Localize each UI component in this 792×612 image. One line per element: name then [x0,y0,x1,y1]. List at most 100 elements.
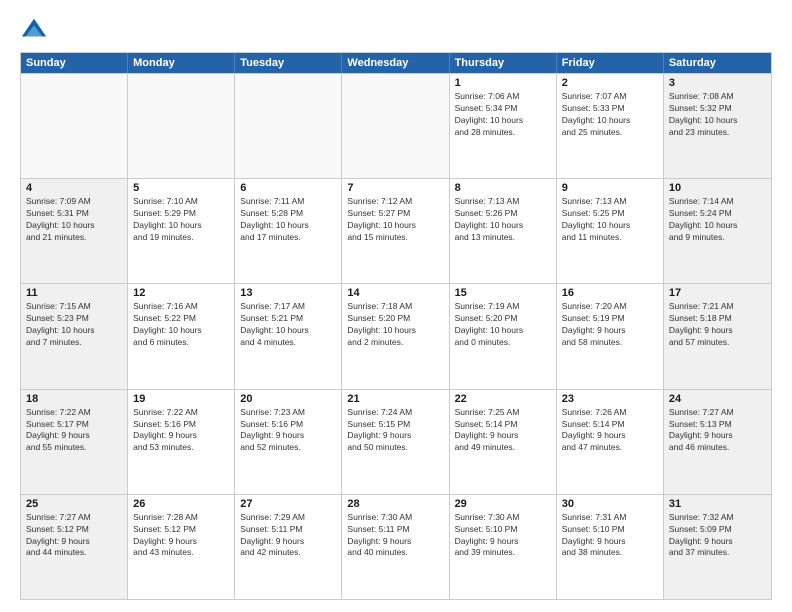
cell-info: Sunrise: 7:16 AMSunset: 5:22 PMDaylight:… [133,301,229,349]
cell-info: Sunrise: 7:10 AMSunset: 5:29 PMDaylight:… [133,196,229,244]
calendar-cell: 27 Sunrise: 7:29 AMSunset: 5:11 PMDayligh… [235,495,342,599]
cell-info: Sunrise: 7:18 AMSunset: 5:20 PMDaylight:… [347,301,443,349]
calendar-cell: 19 Sunrise: 7:22 AMSunset: 5:16 PMDayligh… [128,390,235,494]
calendar-header-day: Friday [557,53,664,73]
calendar-cell: 20Sunrise: 7:23 AMSunset: 5:16 PMDayligh… [235,390,342,494]
calendar-cell: 10 Sunrise: 7:14 AMSunset: 5:24 PMDayligh… [664,179,771,283]
cell-info: Sunrise: 7:27 AMSunset: 5:12 PMDaylight:… [26,512,122,560]
cell-info: Sunrise: 7:15 AMSunset: 5:23 PMDaylight:… [26,301,122,349]
day-number: 9 [562,182,658,194]
calendar-cell [342,74,449,178]
calendar-cell: 29 Sunrise: 7:30 AMSunset: 5:10 PMDayligh… [450,495,557,599]
day-number: 7 [347,182,443,194]
calendar-cell: 28 Sunrise: 7:30 AMSunset: 5:11 PMDayligh… [342,495,449,599]
calendar-cell: 31Sunrise: 7:32 AMSunset: 5:09 PMDayligh… [664,495,771,599]
calendar-header-day: Wednesday [342,53,449,73]
page: SundayMondayTuesdayWednesdayThursdayFrid… [0,0,792,612]
day-number: 21 [347,393,443,405]
cell-info: Sunrise: 7:27 AMSunset: 5:13 PMDaylight:… [669,407,766,455]
day-number: 27 [240,498,336,510]
calendar-cell [128,74,235,178]
calendar-cell: 17Sunrise: 7:21 AMSunset: 5:18 PMDayligh… [664,284,771,388]
cell-info: Sunrise: 7:25 AMSunset: 5:14 PMDaylight:… [455,407,551,455]
day-number: 31 [669,498,766,510]
day-number: 12 [133,287,229,299]
calendar-row: 18Sunrise: 7:22 AMSunset: 5:17 PMDayligh… [21,389,771,494]
day-number: 11 [26,287,122,299]
cell-info: Sunrise: 7:23 AMSunset: 5:16 PMDaylight:… [240,407,336,455]
cell-info: Sunrise: 7:11 AMSunset: 5:28 PMDaylight:… [240,196,336,244]
calendar-cell: 1 Sunrise: 7:06 AMSunset: 5:34 PMDaylight… [450,74,557,178]
calendar-cell [21,74,128,178]
day-number: 23 [562,393,658,405]
day-number: 30 [562,498,658,510]
logo-icon [20,16,48,44]
calendar-cell: 21 Sunrise: 7:24 AMSunset: 5:15 PMDayligh… [342,390,449,494]
day-number: 13 [240,287,336,299]
cell-info: Sunrise: 7:30 AMSunset: 5:10 PMDaylight:… [455,512,551,560]
header [20,16,772,44]
calendar-cell: 2Sunrise: 7:07 AMSunset: 5:33 PMDaylight… [557,74,664,178]
calendar-cell: 7 Sunrise: 7:12 AMSunset: 5:27 PMDaylight… [342,179,449,283]
day-number: 15 [455,287,551,299]
calendar-cell: 5Sunrise: 7:10 AMSunset: 5:29 PMDaylight… [128,179,235,283]
day-number: 26 [133,498,229,510]
calendar-cell: 30 Sunrise: 7:31 AMSunset: 5:10 PMDayligh… [557,495,664,599]
calendar-header-day: Monday [128,53,235,73]
logo [20,16,52,44]
cell-info: Sunrise: 7:22 AMSunset: 5:17 PMDaylight:… [26,407,122,455]
calendar-header-day: Sunday [21,53,128,73]
day-number: 29 [455,498,551,510]
calendar-cell: 3Sunrise: 7:08 AMSunset: 5:32 PMDaylight… [664,74,771,178]
calendar-cell: 16 Sunrise: 7:20 AMSunset: 5:19 PMDayligh… [557,284,664,388]
calendar-header: SundayMondayTuesdayWednesdayThursdayFrid… [21,53,771,73]
day-number: 1 [455,77,551,89]
cell-info: Sunrise: 7:07 AMSunset: 5:33 PMDaylight:… [562,91,658,139]
day-number: 3 [669,77,766,89]
calendar-cell: 18Sunrise: 7:22 AMSunset: 5:17 PMDayligh… [21,390,128,494]
cell-info: Sunrise: 7:06 AMSunset: 5:34 PMDaylight:… [455,91,551,139]
cell-info: Sunrise: 7:12 AMSunset: 5:27 PMDaylight:… [347,196,443,244]
cell-info: Sunrise: 7:22 AMSunset: 5:16 PMDaylight:… [133,407,229,455]
day-number: 4 [26,182,122,194]
calendar-header-day: Saturday [664,53,771,73]
day-number: 19 [133,393,229,405]
cell-info: Sunrise: 7:09 AMSunset: 5:31 PMDaylight:… [26,196,122,244]
cell-info: Sunrise: 7:19 AMSunset: 5:20 PMDaylight:… [455,301,551,349]
calendar-cell: 24Sunrise: 7:27 AMSunset: 5:13 PMDayligh… [664,390,771,494]
day-number: 28 [347,498,443,510]
calendar-cell: 4 Sunrise: 7:09 AMSunset: 5:31 PMDaylight… [21,179,128,283]
calendar: SundayMondayTuesdayWednesdayThursdayFrid… [20,52,772,600]
calendar-cell: 6 Sunrise: 7:11 AMSunset: 5:28 PMDaylight… [235,179,342,283]
cell-info: Sunrise: 7:26 AMSunset: 5:14 PMDaylight:… [562,407,658,455]
calendar-row: 11 Sunrise: 7:15 AMSunset: 5:23 PMDayligh… [21,283,771,388]
calendar-header-day: Thursday [450,53,557,73]
calendar-row: 25 Sunrise: 7:27 AMSunset: 5:12 PMDayligh… [21,494,771,599]
cell-info: Sunrise: 7:17 AMSunset: 5:21 PMDaylight:… [240,301,336,349]
cell-info: Sunrise: 7:14 AMSunset: 5:24 PMDaylight:… [669,196,766,244]
day-number: 25 [26,498,122,510]
calendar-body: 1 Sunrise: 7:06 AMSunset: 5:34 PMDaylight… [21,73,771,599]
cell-info: Sunrise: 7:29 AMSunset: 5:11 PMDaylight:… [240,512,336,560]
calendar-cell: 12 Sunrise: 7:16 AMSunset: 5:22 PMDayligh… [128,284,235,388]
cell-info: Sunrise: 7:21 AMSunset: 5:18 PMDaylight:… [669,301,766,349]
day-number: 6 [240,182,336,194]
cell-info: Sunrise: 7:28 AMSunset: 5:12 PMDaylight:… [133,512,229,560]
cell-info: Sunrise: 7:30 AMSunset: 5:11 PMDaylight:… [347,512,443,560]
calendar-cell: 25 Sunrise: 7:27 AMSunset: 5:12 PMDayligh… [21,495,128,599]
cell-info: Sunrise: 7:24 AMSunset: 5:15 PMDaylight:… [347,407,443,455]
day-number: 22 [455,393,551,405]
calendar-row: 4 Sunrise: 7:09 AMSunset: 5:31 PMDaylight… [21,178,771,283]
day-number: 10 [669,182,766,194]
cell-info: Sunrise: 7:20 AMSunset: 5:19 PMDaylight:… [562,301,658,349]
day-number: 8 [455,182,551,194]
day-number: 16 [562,287,658,299]
calendar-row: 1 Sunrise: 7:06 AMSunset: 5:34 PMDaylight… [21,73,771,178]
calendar-cell: 11 Sunrise: 7:15 AMSunset: 5:23 PMDayligh… [21,284,128,388]
calendar-header-day: Tuesday [235,53,342,73]
calendar-cell: 23 Sunrise: 7:26 AMSunset: 5:14 PMDayligh… [557,390,664,494]
calendar-cell: 8Sunrise: 7:13 AMSunset: 5:26 PMDaylight… [450,179,557,283]
calendar-cell: 13 Sunrise: 7:17 AMSunset: 5:21 PMDayligh… [235,284,342,388]
calendar-cell: 22 Sunrise: 7:25 AMSunset: 5:14 PMDayligh… [450,390,557,494]
cell-info: Sunrise: 7:31 AMSunset: 5:10 PMDaylight:… [562,512,658,560]
